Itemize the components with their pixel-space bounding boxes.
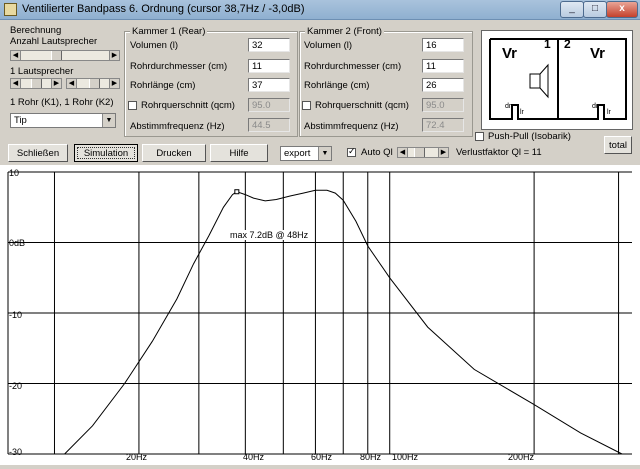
scroll-thumb[interactable] <box>89 79 100 88</box>
peak-marker <box>234 189 240 195</box>
k2-querschnitt-input: 95.0 <box>422 98 464 112</box>
minimize-button[interactable]: _ <box>560 1 584 18</box>
x-tick-80hz: 80Hz <box>360 452 382 462</box>
k2-abstimm-label: Abstimmfrequenz (Hz) <box>304 121 399 132</box>
enclosure-diagram: 1 2 Vr Vr dr lr dr lr <box>481 30 633 130</box>
k1-abstimm-value: 44.5 <box>248 118 290 132</box>
scroll-right-icon[interactable]: ▶ <box>438 148 448 157</box>
y-tick-10: 10 <box>9 168 20 178</box>
alignment-select-value: Tip <box>14 115 27 126</box>
total-button[interactable]: total <box>604 136 632 154</box>
k2-durchmesser-label: Rohrdurchmesser (cm) <box>304 61 402 72</box>
k2-abstimm-value: 72.4 <box>422 118 464 132</box>
lautsprecher-label: 1 Lautsprecher <box>10 66 74 77</box>
k1-laenge-label: Rohrlänge (cm) <box>130 80 196 91</box>
k2-querschnitt-label: Rohrquerschnitt (qcm) <box>315 100 409 111</box>
scroll-thumb[interactable] <box>31 79 42 88</box>
export-select[interactable]: export ▼ <box>280 146 332 161</box>
autoql-label: Auto Ql <box>361 147 393 158</box>
kammer2-title: Kammer 2 (Front) <box>305 26 384 37</box>
k1-scrollbar[interactable]: ◀ ▶ <box>10 78 62 89</box>
rohr-label: 1 Rohr (K1), 1 Rohr (K2) <box>10 97 114 108</box>
chevron-down-icon[interactable]: ▼ <box>102 114 115 127</box>
diagram-lr-left: lr <box>520 109 524 116</box>
k1-durchmesser-input[interactable]: 11 <box>248 59 290 73</box>
x-tick-40hz: 40Hz <box>243 452 265 462</box>
k2-querschnitt-checkbox[interactable] <box>302 101 311 110</box>
pushpull-label: Push-Pull (Isobarik) <box>488 131 571 142</box>
scroll-thumb[interactable] <box>414 148 425 157</box>
x-tick-20hz: 20Hz <box>126 452 148 462</box>
scroll-left-icon[interactable]: ◀ <box>398 148 408 157</box>
frequency-response-plot[interactable]: 10 0dB -10 -20 -30 20Hz 40Hz 60Hz 80Hz 1… <box>0 165 640 465</box>
scroll-right-icon[interactable]: ▶ <box>109 79 119 88</box>
y-tick-minus10: -10 <box>9 310 23 320</box>
app-icon <box>4 3 17 16</box>
scroll-right-icon[interactable]: ▶ <box>51 79 61 88</box>
k2-laenge-input[interactable]: 26 <box>422 78 464 92</box>
x-tick-100hz: 100Hz <box>392 452 419 462</box>
k2-durchmesser-input[interactable]: 11 <box>422 59 464 73</box>
diagram-dr-right: dr <box>592 103 599 110</box>
ql-scrollbar[interactable]: ◀ ▶ <box>397 147 449 158</box>
autoql-checkbox[interactable] <box>347 146 356 157</box>
pushpull-checkbox[interactable] <box>475 132 484 141</box>
k2-volumen-input[interactable]: 16 <box>422 38 464 52</box>
hilfe-button[interactable]: Hilfe <box>210 144 268 162</box>
y-tick-minus20: -20 <box>9 381 23 391</box>
close-button[interactable]: x <box>606 1 638 18</box>
k2-volumen-label: Volumen (l) <box>304 40 353 51</box>
k2-scrollbar[interactable]: ◀ ▶ <box>66 78 120 89</box>
k1-querschnitt-label: Rohrquerschnitt (qcm) <box>141 100 235 111</box>
chevron-down-icon[interactable]: ▼ <box>318 147 331 160</box>
diagram-label-2: 2 <box>564 37 571 51</box>
diagram-vr-left: Vr <box>502 45 518 62</box>
diagram-dr-left: dr <box>505 103 512 110</box>
simulation-button[interactable]: Simulation <box>74 144 138 162</box>
k1-querschnitt-input: 95.0 <box>248 98 290 112</box>
peak-annotation: max 7.2dB @ 48Hz <box>230 230 309 240</box>
k2-laenge-label: Rohrlänge (cm) <box>304 80 370 91</box>
export-select-value: export <box>284 148 311 159</box>
k1-abstimm-label: Abstimmfrequenz (Hz) <box>130 121 225 132</box>
k1-volumen-label: Volumen (l) <box>130 40 179 51</box>
chart-svg <box>7 171 632 455</box>
scroll-left-icon[interactable]: ◀ <box>11 79 21 88</box>
y-tick-minus30: -30 <box>9 447 23 457</box>
x-tick-60hz: 60Hz <box>311 452 333 462</box>
k1-volumen-input[interactable]: 32 <box>248 38 290 52</box>
anzahl-label: Anzahl Lautsprecher <box>10 36 98 47</box>
maximize-button[interactable]: □ <box>583 1 607 18</box>
k1-laenge-input[interactable]: 37 <box>248 78 290 92</box>
k1-durchmesser-label: Rohrdurchmesser (cm) <box>130 61 228 72</box>
kammer1-title: Kammer 1 (Rear) <box>130 26 208 37</box>
verlustfaktor-label: Verlustfaktor Ql = 11 <box>456 147 542 158</box>
scroll-thumb[interactable] <box>51 51 62 60</box>
scroll-right-icon[interactable]: ▶ <box>109 51 119 60</box>
scroll-left-icon[interactable]: ◀ <box>67 79 77 88</box>
diagram-vr-right: Vr <box>590 45 606 62</box>
berechnung-label: Berechnung <box>10 25 62 36</box>
window-title: Ventilierter Bandpass 6. Ordnung (cursor… <box>22 3 305 15</box>
k1-querschnitt-checkbox[interactable] <box>128 101 137 110</box>
schliessen-button[interactable]: Schließen <box>8 144 68 162</box>
alignment-select[interactable]: Tip ▼ <box>10 113 116 128</box>
title-bar: Ventilierter Bandpass 6. Ordnung (cursor… <box>0 0 640 20</box>
x-tick-200hz: 200Hz <box>508 452 535 462</box>
y-tick-0: 0dB <box>9 238 26 248</box>
scroll-left-icon[interactable]: ◀ <box>11 51 21 60</box>
drucken-button[interactable]: Drucken <box>142 144 206 162</box>
diagram-lr-right: lr <box>607 109 611 116</box>
anzahl-scrollbar[interactable]: ◀ ▶ <box>10 50 120 61</box>
diagram-label-1: 1 <box>544 37 551 51</box>
